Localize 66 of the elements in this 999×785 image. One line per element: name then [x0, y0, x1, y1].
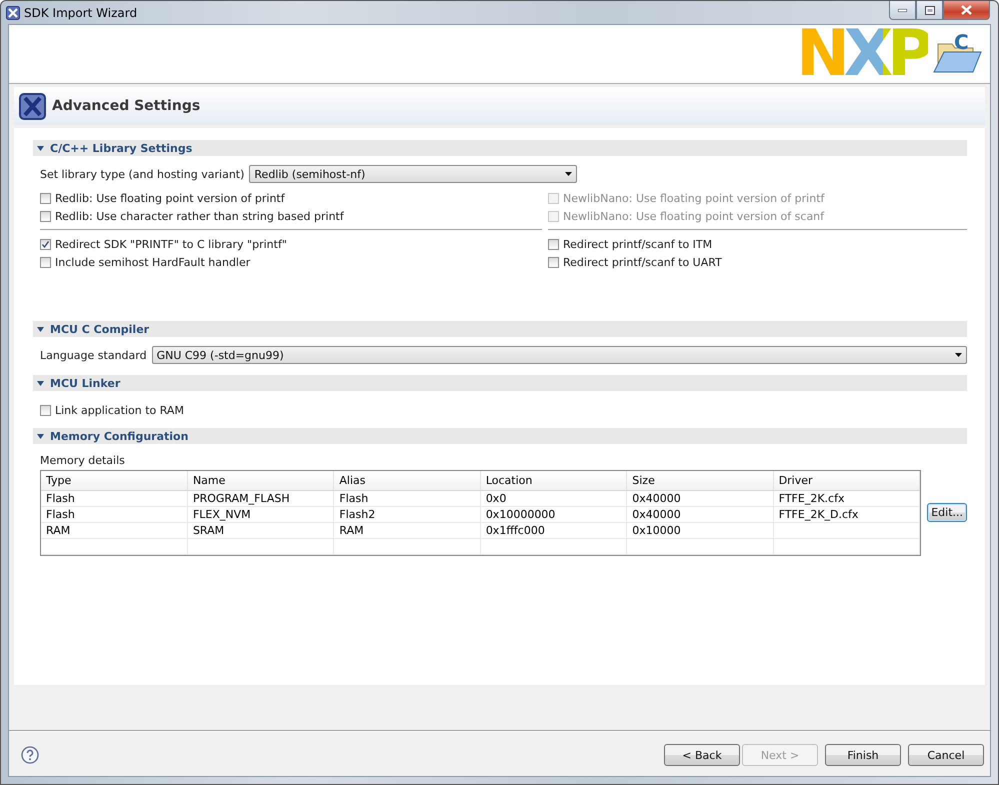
table-cell: FLEX_NVM	[187, 506, 334, 522]
table-cell: SRAM	[187, 522, 334, 538]
close-icon[interactable]	[943, 1, 990, 20]
table-cell: PROGRAM_FLASH	[187, 490, 334, 506]
column-header[interactable]: Location	[480, 471, 627, 490]
table-cell: 0x40000	[626, 490, 774, 506]
column-header[interactable]: Size	[626, 471, 774, 490]
table-cell: 0x40000	[626, 506, 774, 522]
checkbox[interactable]	[40, 238, 51, 250]
app-icon	[6, 6, 20, 20]
section-header[interactable]: Memory Configuration	[33, 428, 967, 444]
wizard-button[interactable]: Finish	[825, 744, 901, 766]
checkbox[interactable]	[548, 238, 559, 250]
table-cell: FTFE_2K.cfx	[773, 490, 920, 506]
checkbox-label: NewlibNano: Use floating point version of scanf	[563, 210, 824, 222]
checkbox[interactable]	[548, 256, 559, 268]
checkbox-label: Redirect SDK "PRINTF" to C library "printf"	[55, 238, 287, 250]
table-cell: Flash	[41, 506, 188, 522]
checkbox-label: Include semihost HardFault handler	[55, 256, 250, 268]
dropdown[interactable]: Redlib (semihost-nf)	[249, 165, 578, 183]
column-header[interactable]: Driver	[773, 471, 920, 490]
restore-icon[interactable]	[916, 1, 943, 20]
edit-button[interactable]: Edit...	[927, 503, 967, 522]
wizard-icon	[19, 92, 46, 120]
checkbox-label: Redlib: Use character rather than string based printf	[55, 210, 344, 222]
checkbox[interactable]	[40, 404, 51, 416]
minimize-icon[interactable]	[889, 1, 916, 20]
section-header[interactable]: C/C++ Library Settings	[33, 140, 967, 156]
checkbox-label: Redirect printf/scanf to UART	[563, 256, 722, 268]
page-title: Advanced Settings	[52, 98, 200, 114]
section-header[interactable]: MCU C Compiler	[33, 321, 967, 337]
dropdown[interactable]: GNU C99 (-std=gnu99)	[152, 346, 967, 364]
table-cell: RAM	[41, 522, 188, 538]
section-title: MCU C Compiler	[50, 322, 150, 336]
column-header[interactable]: Alias	[334, 471, 480, 490]
caret-icon[interactable]	[565, 172, 572, 176]
help-icon[interactable]	[21, 746, 39, 764]
table-caption: Memory details	[40, 454, 126, 467]
checkbox-label: Redirect printf/scanf to ITM	[563, 238, 712, 250]
checkbox[interactable]	[40, 192, 51, 204]
table-cell: 0x1fffc000	[480, 522, 627, 538]
checkbox-label: Link application to RAM	[55, 404, 184, 416]
checkbox[interactable]	[40, 210, 51, 222]
table-cell: 0x10000000	[480, 506, 627, 522]
section-header[interactable]: MCU Linker	[33, 375, 967, 391]
table-cell: 0x10000	[626, 522, 774, 538]
checkbox[interactable]	[40, 256, 51, 268]
caret-icon[interactable]	[955, 353, 962, 357]
window-title: SDK Import Wizard	[24, 6, 138, 20]
table-cell: Flash	[41, 490, 188, 506]
table-cell: FTFE_2K_D.cfx	[773, 506, 920, 522]
table-cell: 0x0	[480, 490, 627, 506]
section-title: MCU Linker	[50, 376, 120, 390]
wizard-button[interactable]: < Back	[664, 744, 740, 766]
field-label: Language standard	[40, 348, 147, 362]
table-cell: RAM	[334, 522, 480, 538]
section-title: C/C++ Library Settings	[50, 142, 192, 154]
checkbox-label: Redlib: Use floating point version of printf	[55, 192, 285, 204]
section-title: Memory Configuration	[50, 430, 188, 442]
table-cell: Flash2	[334, 506, 480, 522]
table-cell: Flash	[334, 490, 480, 506]
checkbox-label: NewlibNano: Use floating point version of printf	[563, 192, 824, 204]
field-label: Set library type (and hosting variant)	[40, 168, 244, 180]
wizard-button[interactable]: Cancel	[908, 744, 984, 766]
column-header[interactable]: Name	[187, 471, 334, 490]
column-header[interactable]: Type	[41, 471, 188, 490]
